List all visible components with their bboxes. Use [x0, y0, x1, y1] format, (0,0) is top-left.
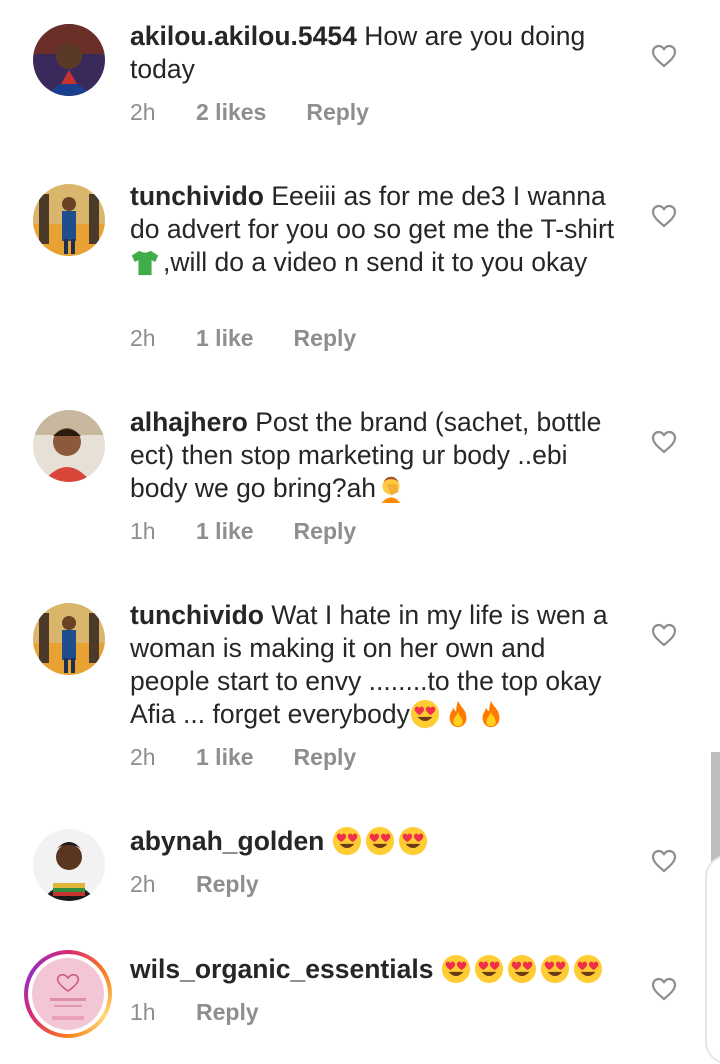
- heart-eyes-emoji: [573, 954, 603, 984]
- comment-text: alhajhero Post the brand (sachet, bottle…: [130, 406, 630, 505]
- fire-emoji: [476, 699, 506, 729]
- heart-outline-icon[interactable]: [651, 848, 677, 874]
- comment-time: 1h: [130, 518, 156, 544]
- heart-eyes-emoji: [398, 826, 428, 856]
- comment-time: 2h: [130, 871, 156, 897]
- comment-username[interactable]: wils_organic_essentials: [130, 954, 433, 984]
- heart-eyes-emoji: [507, 954, 537, 984]
- comment-text: wils_organic_essentials: [130, 953, 630, 986]
- heart-eyes-emoji: [332, 826, 362, 856]
- reply-button[interactable]: Reply: [294, 518, 357, 545]
- avatar[interactable]: [33, 184, 105, 256]
- avatar[interactable]: [33, 24, 105, 96]
- edge-panel: [705, 855, 720, 1064]
- avatar[interactable]: [33, 603, 105, 675]
- reply-button[interactable]: Reply: [294, 325, 357, 352]
- comment-username[interactable]: akilou.akilou.5454: [130, 21, 357, 51]
- fire-emoji: [443, 699, 473, 729]
- comment-text: tunchivido Eeeiii as for me de3 I wanna …: [130, 180, 630, 279]
- comment-username[interactable]: alhajhero: [130, 407, 248, 437]
- reply-button[interactable]: Reply: [196, 999, 259, 1026]
- reply-button[interactable]: Reply: [196, 871, 259, 898]
- comment-time: 2h: [130, 99, 156, 125]
- story-ring[interactable]: [24, 950, 112, 1038]
- avatar[interactable]: [33, 410, 105, 482]
- comment-time: 2h: [130, 325, 156, 351]
- comment-time: 2h: [130, 744, 156, 770]
- comment-time: 1h: [130, 999, 156, 1025]
- reply-button[interactable]: Reply: [306, 99, 369, 126]
- heart-eyes-emoji: [365, 826, 395, 856]
- avatar: [32, 958, 104, 1030]
- comment-meta: 2h 1 like Reply: [130, 325, 356, 352]
- heart-eyes-emoji: [474, 954, 504, 984]
- comment-meta: 2h 2 likes Reply: [130, 99, 369, 126]
- comment-username[interactable]: tunchivido: [130, 600, 264, 630]
- heart-eyes-emoji: [441, 954, 471, 984]
- heart-outline-icon[interactable]: [651, 429, 677, 455]
- heart-outline-icon[interactable]: [651, 622, 677, 648]
- heart-outline-icon[interactable]: [651, 43, 677, 69]
- comment-likes[interactable]: 1 like: [196, 744, 254, 771]
- reply-button[interactable]: Reply: [294, 744, 357, 771]
- comment-likes[interactable]: 2 likes: [196, 99, 266, 126]
- comment-meta: 1h Reply: [130, 999, 259, 1026]
- heart-outline-icon[interactable]: [651, 976, 677, 1002]
- facepalm-emoji: [376, 473, 406, 503]
- comment-body-continued: ,will do a video n send it to you okay: [163, 247, 588, 277]
- comment-username[interactable]: abynah_golden: [130, 826, 324, 856]
- heart-eyes-emoji: [540, 954, 570, 984]
- avatar[interactable]: [33, 829, 105, 901]
- comment-meta: 1h 1 like Reply: [130, 518, 356, 545]
- comment-username[interactable]: tunchivido: [130, 181, 264, 211]
- comment-text: tunchivido Wat I hate in my life is wen …: [130, 599, 630, 731]
- comment-meta: 2h 1 like Reply: [130, 744, 356, 771]
- comment-text: akilou.akilou.5454 How are you doing tod…: [130, 20, 630, 86]
- tshirt-emoji: [130, 247, 160, 277]
- comment-likes[interactable]: 1 like: [196, 518, 254, 545]
- heart-outline-icon[interactable]: [651, 203, 677, 229]
- comment-meta: 2h Reply: [130, 871, 259, 898]
- heart-eyes-emoji: [410, 699, 440, 729]
- comment-text: abynah_golden: [130, 825, 630, 858]
- comment-likes[interactable]: 1 like: [196, 325, 254, 352]
